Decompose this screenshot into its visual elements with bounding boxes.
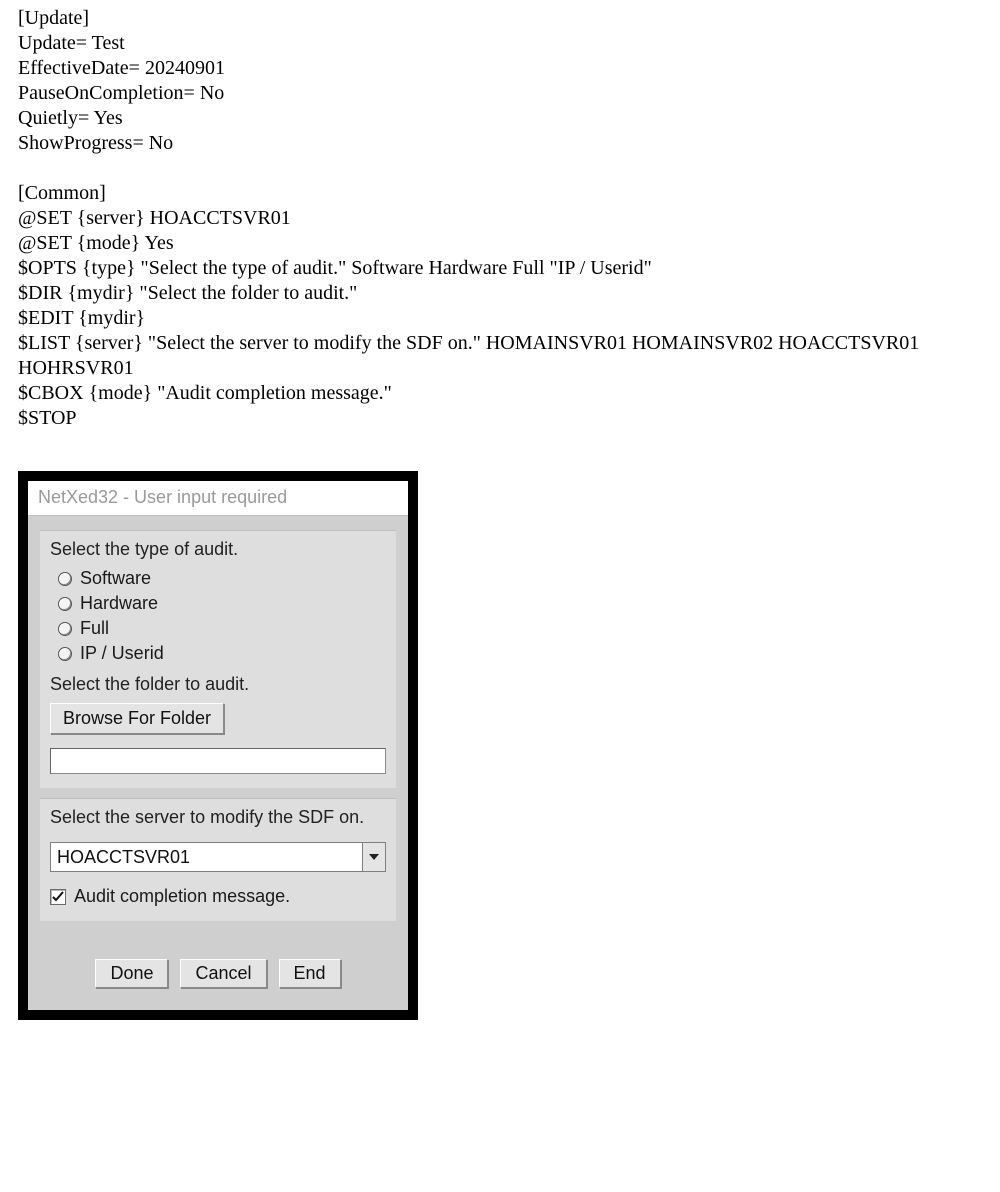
audit-completion-checkbox[interactable]: Audit completion message. [50, 886, 386, 907]
radio-icon [58, 647, 72, 661]
radio-ip-userid[interactable]: IP / Userid [58, 643, 386, 664]
server-select[interactable]: HOACCTSVR01 [50, 842, 386, 872]
done-button[interactable]: Done [95, 959, 168, 988]
folder-path-input[interactable] [50, 748, 386, 774]
script-block: [Update] Update= Test EffectiveDate= 202… [18, 6, 1000, 431]
dialog-title: NetXed32 - User input required [38, 487, 287, 507]
done-button-label: Done [110, 963, 153, 983]
server-label: Select the server to modify the SDF on. [50, 807, 386, 828]
audit-type-label: Select the type of audit. [50, 539, 386, 560]
radio-label: Full [80, 618, 109, 639]
dialog-titlebar: NetXed32 - User input required [28, 481, 408, 516]
radio-label: IP / Userid [80, 643, 164, 664]
server-select-value: HOACCTSVR01 [51, 843, 362, 871]
browse-folder-button[interactable]: Browse For Folder [50, 703, 224, 734]
radio-label: Software [80, 568, 151, 589]
dialog-window: NetXed32 - User input required Select th… [18, 471, 418, 1020]
cancel-button[interactable]: Cancel [180, 959, 266, 988]
end-button[interactable]: End [279, 959, 341, 988]
radio-full[interactable]: Full [58, 618, 386, 639]
radio-icon [58, 597, 72, 611]
browse-folder-button-label: Browse For Folder [63, 708, 211, 728]
checkbox-label: Audit completion message. [74, 886, 290, 907]
audit-and-folder-group: Select the type of audit. Software Hardw… [40, 530, 396, 788]
radio-icon [58, 572, 72, 586]
radio-label: Hardware [80, 593, 158, 614]
cancel-button-label: Cancel [195, 963, 251, 983]
server-and-checkbox-group: Select the server to modify the SDF on. … [40, 798, 396, 921]
end-button-label: End [294, 963, 326, 983]
chevron-down-icon [362, 843, 385, 871]
folder-label: Select the folder to audit. [50, 674, 386, 695]
radio-hardware[interactable]: Hardware [58, 593, 386, 614]
dialog-button-row: Done Cancel End [40, 931, 396, 1002]
radio-software[interactable]: Software [58, 568, 386, 589]
checkbox-icon [50, 889, 66, 905]
radio-icon [58, 622, 72, 636]
